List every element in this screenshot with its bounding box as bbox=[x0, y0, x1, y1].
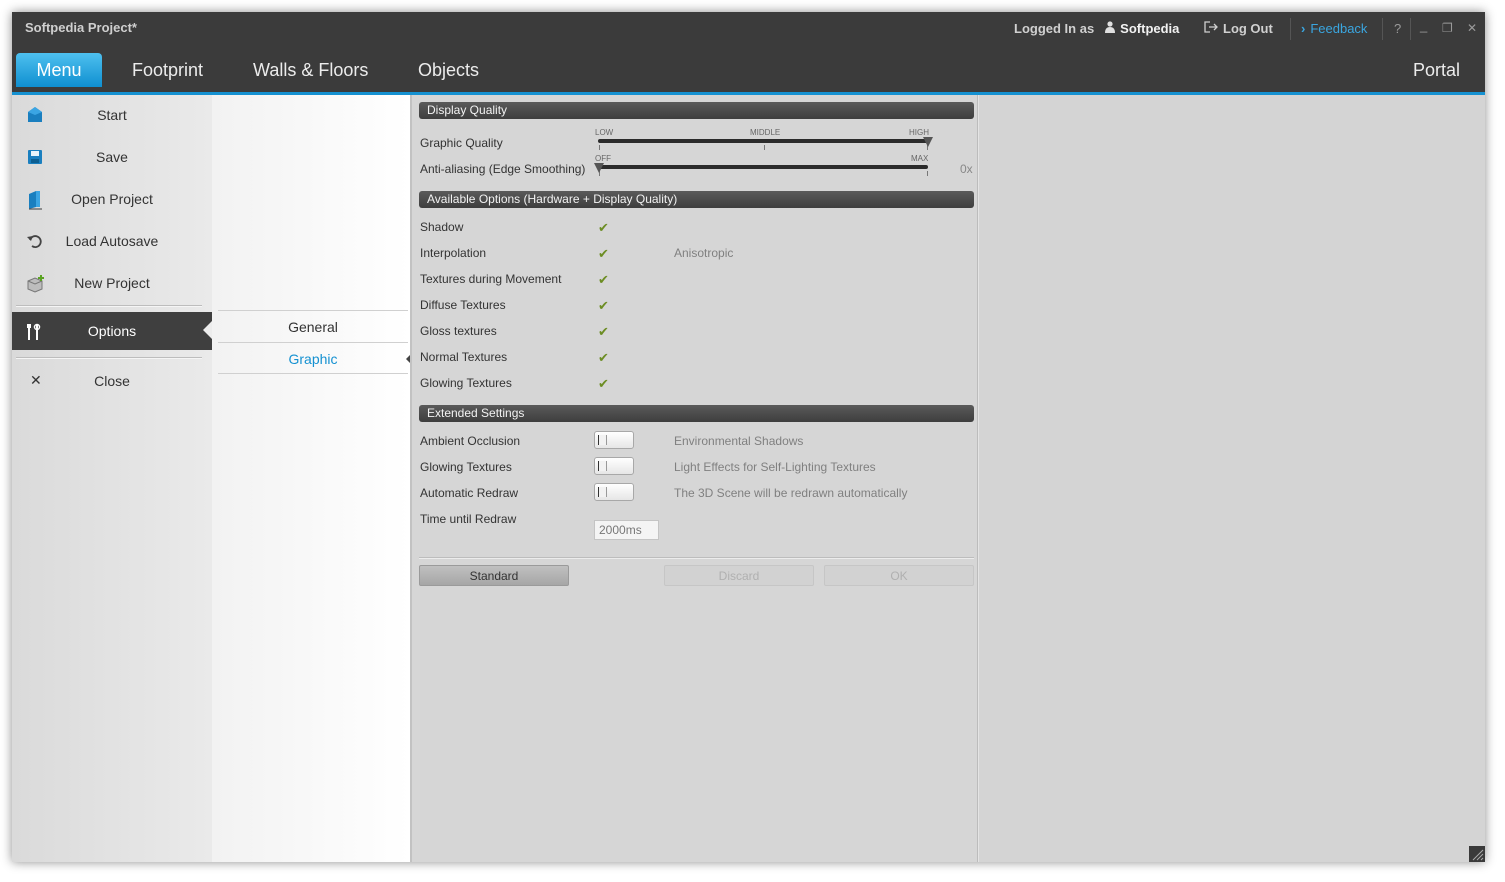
gq-tick-high: HIGH bbox=[909, 128, 929, 137]
glowing-textures-toggle[interactable] bbox=[594, 457, 634, 475]
feedback-button[interactable]: › Feedback bbox=[1301, 21, 1367, 36]
aa-tick-mark bbox=[927, 171, 928, 176]
submenu-item-graphic[interactable]: Graphic bbox=[218, 342, 415, 374]
minimize-button[interactable]: _ bbox=[1420, 18, 1427, 33]
logout-icon bbox=[1204, 21, 1218, 36]
graphic-settings-panel: Display Quality Graphic Quality LOW MIDD… bbox=[410, 95, 978, 862]
options-submenu: General Graphic bbox=[212, 95, 415, 862]
graphic-quality-label: Graphic Quality bbox=[420, 136, 503, 150]
gq-tick-low: LOW bbox=[595, 128, 614, 137]
main-nav: Menu Footprint Walls & Floors Objects Po… bbox=[12, 48, 1485, 92]
sidebar-item-new-project[interactable]: New Project bbox=[12, 263, 212, 303]
antialiasing-slider[interactable] bbox=[598, 165, 928, 169]
button-row-divider bbox=[419, 557, 974, 558]
ok-button[interactable]: OK bbox=[824, 565, 974, 586]
aa-tick-max: MAX bbox=[911, 154, 929, 163]
graphic-quality-slider[interactable] bbox=[598, 139, 928, 143]
gq-tick-middle: MIDDLE bbox=[750, 128, 781, 137]
sidebar-item-options[interactable]: Options bbox=[12, 312, 212, 350]
check-icon: ✔ bbox=[598, 220, 609, 235]
title-separator bbox=[1382, 18, 1383, 40]
standard-button[interactable]: Standard bbox=[419, 565, 569, 586]
tab-menu[interactable]: Menu bbox=[16, 53, 102, 87]
setting-label-ambient-occlusion: Ambient Occlusion bbox=[420, 434, 521, 448]
sidebar-item-start[interactable]: Start bbox=[12, 95, 212, 135]
antialiasing-thumb[interactable] bbox=[594, 163, 604, 173]
app-title: Softpedia Project* bbox=[25, 20, 137, 35]
sidebar-item-open-project[interactable]: Open Project bbox=[12, 179, 212, 219]
automatic-redraw-toggle[interactable] bbox=[594, 483, 634, 501]
discard-button[interactable]: Discard bbox=[664, 565, 814, 586]
section-header-extended-settings: Extended Settings bbox=[419, 405, 974, 422]
option-label-gloss-textures: Gloss textures bbox=[420, 324, 497, 338]
tab-walls-floors[interactable]: Walls & Floors bbox=[237, 53, 384, 87]
app-window: Softpedia Project* Logged In as Softpedi… bbox=[12, 12, 1485, 862]
title-separator bbox=[1290, 18, 1291, 40]
sidebar-divider bbox=[16, 305, 202, 306]
tab-footprint[interactable]: Footprint bbox=[116, 53, 219, 87]
gq-tick-mark bbox=[764, 145, 765, 150]
toggle-grip bbox=[598, 435, 607, 445]
option-label-interpolation: Interpolation bbox=[420, 246, 487, 260]
antialiasing-value: 0x bbox=[960, 162, 973, 176]
resize-grip-icon[interactable] bbox=[1469, 846, 1485, 862]
sidebar-item-load-autosave[interactable]: Load Autosave bbox=[12, 221, 212, 261]
sidebar-item-close[interactable]: ✕ Close bbox=[12, 361, 212, 401]
chevron-right-icon: › bbox=[1301, 21, 1306, 36]
section-header-display-quality: Display Quality bbox=[419, 102, 974, 119]
interpolation-note: Anisotropic bbox=[674, 246, 734, 260]
redraw-time-label: Time until Redraw bbox=[420, 512, 517, 526]
check-icon: ✔ bbox=[598, 324, 609, 339]
submenu-item-general[interactable]: General bbox=[218, 310, 408, 342]
graphic-quality-thumb[interactable] bbox=[923, 137, 933, 147]
title-bar: Softpedia Project* Logged In as Softpedi… bbox=[12, 12, 1485, 48]
check-icon: ✔ bbox=[598, 298, 609, 313]
option-label-diffuse-textures: Diffuse Textures bbox=[420, 298, 506, 312]
glowing-textures-note: Light Effects for Self-Lighting Textures bbox=[674, 460, 876, 474]
sidebar-item-save[interactable]: Save bbox=[12, 137, 212, 177]
setting-label-automatic-redraw: Automatic Redraw bbox=[420, 486, 519, 500]
logged-in-label: Logged In as Softpedia bbox=[1014, 21, 1180, 36]
toggle-grip bbox=[598, 487, 607, 497]
gq-tick-mark bbox=[599, 145, 600, 150]
logout-button[interactable]: Log Out bbox=[1204, 21, 1273, 36]
section-header-available-options: Available Options (Hardware + Display Qu… bbox=[419, 191, 974, 208]
portal-link[interactable]: Portal bbox=[1397, 53, 1476, 87]
option-label-glowing-textures: Glowing Textures bbox=[420, 376, 512, 390]
selected-pointer bbox=[203, 321, 212, 339]
check-icon: ✔ bbox=[598, 350, 609, 365]
aa-tick-off: OFF bbox=[595, 154, 611, 163]
close-window-button[interactable]: ✕ bbox=[1467, 21, 1477, 35]
check-icon: ✔ bbox=[598, 376, 609, 391]
redraw-time-input[interactable]: 2000ms bbox=[594, 520, 659, 540]
option-label-shadow: Shadow bbox=[420, 220, 464, 234]
automatic-redraw-note: The 3D Scene will be redrawn automatical… bbox=[674, 486, 908, 500]
option-label-normal-textures: Normal Textures bbox=[420, 350, 508, 364]
check-icon: ✔ bbox=[598, 246, 609, 261]
ambient-occlusion-note: Environmental Shadows bbox=[674, 434, 804, 448]
user-icon bbox=[1105, 21, 1116, 36]
toggle-grip bbox=[598, 461, 607, 471]
check-icon: ✔ bbox=[598, 272, 609, 287]
sidebar: Start Save Open Project Load Autosave Ne… bbox=[12, 95, 212, 862]
antialiasing-label: Anti-aliasing (Edge Smoothing) bbox=[420, 162, 586, 176]
setting-label-glowing-textures: Glowing Textures bbox=[420, 460, 512, 474]
restore-button[interactable]: ❐ bbox=[1442, 21, 1453, 35]
ambient-occlusion-toggle[interactable] bbox=[594, 431, 634, 449]
title-separator bbox=[1410, 18, 1411, 40]
sidebar-divider bbox=[16, 357, 202, 358]
tab-objects[interactable]: Objects bbox=[402, 53, 495, 87]
help-button[interactable]: ? bbox=[1394, 21, 1401, 36]
option-label-textures-movement: Textures during Movement bbox=[420, 272, 562, 286]
viewport-pane bbox=[978, 95, 1485, 862]
username[interactable]: Softpedia bbox=[1120, 21, 1179, 36]
